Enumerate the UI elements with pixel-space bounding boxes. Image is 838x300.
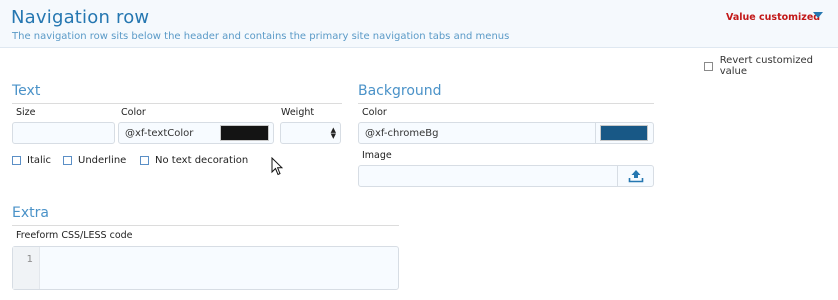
underline-option[interactable]: Underline (63, 155, 126, 166)
no-text-decoration-checkbox[interactable] (140, 156, 149, 165)
revert-label: Revert customized value (719, 55, 813, 77)
background-color-value: @xf-chromeBg (365, 127, 439, 139)
text-section-divider (12, 103, 342, 104)
size-input[interactable] (12, 122, 115, 144)
underline-checkbox[interactable] (63, 156, 72, 165)
background-color-swatch[interactable] (600, 125, 648, 141)
text-color-value: @xf-textColor (125, 127, 194, 139)
extra-section-title: Extra (12, 205, 49, 221)
background-section-title: Background (358, 83, 442, 99)
status-badge: Value customized (726, 12, 821, 23)
page-description: The navigation row sits below the header… (12, 31, 510, 42)
text-color-label: Color (121, 107, 146, 118)
extra-section-divider (12, 225, 399, 226)
upload-icon (628, 170, 644, 183)
size-label: Size (16, 107, 36, 118)
line-number-gutter: 1 (13, 247, 40, 289)
background-color-separator (595, 123, 596, 143)
chevron-down-icon[interactable] (813, 12, 823, 18)
italic-label: Italic (27, 155, 52, 166)
page-title: Navigation row (11, 7, 150, 28)
code-label: Freeform CSS/LESS code (16, 230, 133, 241)
image-label: Image (362, 150, 392, 161)
property-header: Navigation row The navigation row sits b… (0, 0, 838, 48)
text-color-swatch[interactable] (220, 125, 269, 141)
image-input[interactable] (358, 165, 654, 187)
css-code-editor[interactable]: 1 (12, 246, 399, 290)
background-color-label: Color (362, 107, 387, 118)
upload-button[interactable] (617, 165, 654, 187)
revert-checkbox[interactable] (704, 61, 713, 71)
no-text-decoration-label: No text decoration (155, 155, 249, 166)
text-section-title: Text (12, 83, 41, 99)
mouse-pointer-icon (271, 157, 283, 176)
select-arrows-icon: ▲ ▼ (330, 126, 336, 140)
underline-label: Underline (78, 155, 127, 166)
weight-select[interactable]: ▲ ▼ (280, 122, 341, 144)
italic-checkbox[interactable] (12, 156, 21, 165)
background-section-divider (358, 103, 654, 104)
weight-label: Weight (281, 107, 315, 118)
revert-customized-toggle[interactable]: Revert customized value (704, 55, 838, 77)
italic-option[interactable]: Italic (12, 155, 51, 166)
no-text-decoration-option[interactable]: No text decoration (140, 155, 248, 166)
